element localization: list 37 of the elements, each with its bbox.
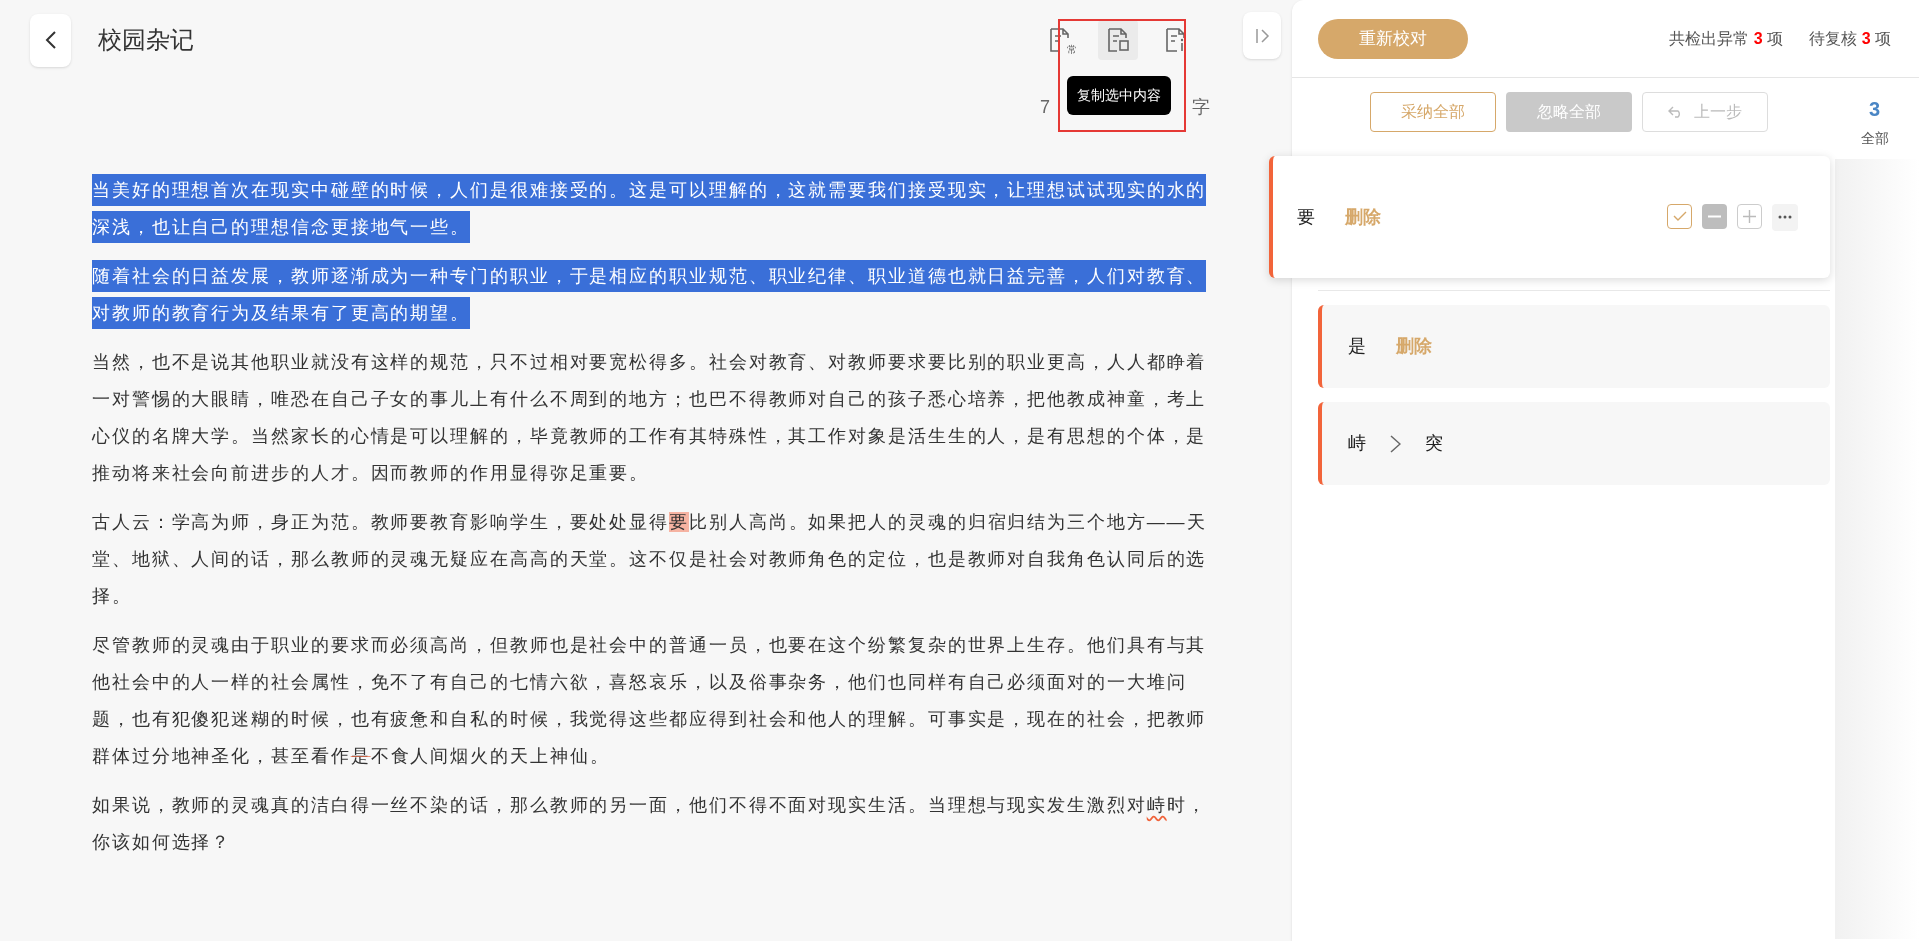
- minus-icon: [1708, 214, 1721, 218]
- collapse-panel-button[interactable]: [1243, 12, 1281, 59]
- tooltip: 复制选中内容: [1067, 76, 1171, 115]
- word-count-unit: 字: [1192, 96, 1210, 119]
- filter-count[interactable]: 3: [1868, 94, 1881, 124]
- replacement-text: 突: [1425, 432, 1443, 455]
- suggestion-text: 删除: [1345, 205, 1381, 229]
- issue-card[interactable]: 峙 突: [1318, 402, 1830, 485]
- collapse-panel-icon: [1254, 27, 1270, 44]
- issue-card[interactable]: 要 删除: [1269, 156, 1830, 278]
- original-text: 要: [1297, 205, 1315, 229]
- more-icon: [1778, 215, 1792, 219]
- word-count: 7: [1040, 96, 1050, 119]
- filter-label[interactable]: 全部: [1860, 128, 1889, 149]
- add-button[interactable]: [1737, 203, 1762, 229]
- check-icon: [1672, 211, 1687, 221]
- toolbar-button[interactable]: 常: [1040, 20, 1080, 60]
- arrow-right-icon: [1390, 434, 1401, 453]
- original-text: 峙: [1348, 432, 1366, 455]
- issue-stat: 待复核 3 项: [1809, 28, 1891, 49]
- original-text: 是: [1348, 335, 1366, 358]
- ignore-button[interactable]: [1702, 203, 1727, 229]
- back-icon: [44, 30, 57, 50]
- issue-card[interactable]: 是 删除: [1318, 305, 1830, 388]
- suggestion-text: 删除: [1396, 335, 1432, 358]
- document-title: 校园杂记: [98, 25, 194, 55]
- paragraph: 如果说，教师的灵魂真的洁白得一丝不染的话，那么教师的另一面，他们不得不面对现实生活。当理想与现实发生激烈对峙时，你该如何选择？: [92, 794, 1208, 854]
- issue-stat: 共检出异常 3 项: [1669, 28, 1784, 49]
- more-button[interactable]: [1772, 203, 1798, 231]
- document-icon: [1105, 26, 1131, 54]
- paragraph: 当然，也不是说其他职业就没有这样的规范，只不过相对要宽松得多。社会对教育、对教师要求要比别的职业更高，人人都睁着一对警惕的大眼睛，唯恐在自己子女的事儿上有什么不周到的地方；也巴不得教师对自己的孩子悉心培养，把他教成神童，考上心仪的名牌大学。当然家长的心情是可以理解的，毕竟教师的工作有其特殊性，其工作对象是活生生的人，是有思想的个体，是推动将来社会向前进步的人才。因而教师的作用显得弥足重要。: [92, 351, 1208, 485]
- paragraph: 古人云：学高为师，身正为范。教师要教育影响学生，要处处显得要比别人高尚。如果把人的灵魂的归宿归结为三个地方——天堂、地狱、人间的话，那么教师的灵魂无疑应在高高的天堂。这不仅是社会对教师角色的定位，也是教师对自我角色认同后的选择。: [92, 511, 1208, 608]
- accept-button[interactable]: [1667, 203, 1692, 229]
- toolbar-button[interactable]: [1098, 20, 1138, 60]
- back-button[interactable]: [30, 13, 71, 67]
- icon-badge: 常: [1067, 45, 1077, 55]
- plus-icon: [1743, 209, 1756, 223]
